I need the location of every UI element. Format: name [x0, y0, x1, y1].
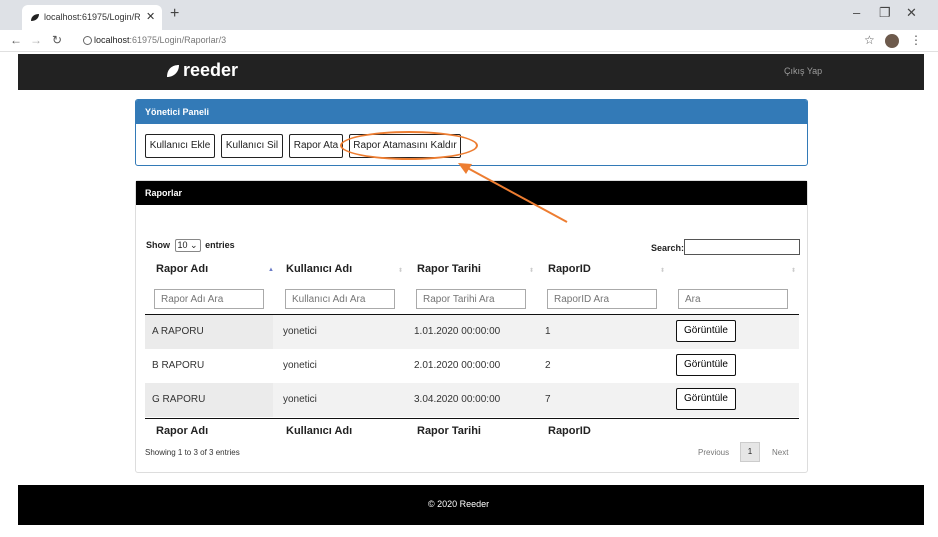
user-name-cell: yonetici [283, 394, 317, 405]
forward-icon[interactable]: → [30, 33, 42, 47]
bookmark-star-icon[interactable]: ☆ [864, 33, 875, 47]
logout-link[interactable]: Çıkış Yap [784, 66, 822, 76]
sort-icon[interactable]: ⬍ [791, 267, 796, 274]
entries-label: entries [205, 240, 235, 250]
view-report-button[interactable]: Görüntüle [676, 388, 736, 410]
user-name-cell: yonetici [283, 326, 317, 337]
report-date-cell: 3.04.2020 00:00:00 [414, 394, 501, 405]
sort-icon[interactable]: ⬍ [660, 267, 665, 274]
previous-page-button[interactable]: Previous [698, 448, 729, 457]
sort-icon[interactable]: ⬍ [398, 267, 403, 274]
back-icon[interactable]: ← [10, 33, 22, 47]
column-header-user-name[interactable]: Kullanıcı Adı [286, 263, 352, 275]
reload-icon[interactable]: ↻ [52, 33, 62, 47]
user-name-cell: yonetici [283, 360, 317, 371]
search-label: Search: [651, 243, 685, 253]
sort-icon[interactable]: ⬍ [529, 267, 534, 274]
admin-panel-title: Yönetici Paneli [136, 100, 807, 124]
browser-menu-icon[interactable]: ⋮ [910, 33, 922, 47]
next-page-button[interactable]: Next [772, 448, 788, 457]
page-1-button[interactable]: 1 [740, 442, 760, 462]
close-window-icon[interactable]: ✕ [906, 5, 917, 21]
show-label: Show [146, 240, 170, 250]
new-tab-button[interactable]: + [170, 5, 179, 23]
table-row: A RAPORU yonetici 1.01.2020 00:00:00 1 G… [145, 315, 799, 349]
add-user-button[interactable]: Kullanıcı Ekle [145, 134, 215, 158]
view-report-button[interactable]: Görüntüle [676, 354, 736, 376]
filter-report-name[interactable] [154, 289, 264, 309]
column-header-report-id[interactable]: RaporID [548, 263, 591, 275]
footer-user-name: Kullanıcı Adı [286, 425, 353, 437]
delete-user-button[interactable]: Kullanıcı Sil [221, 134, 283, 158]
app-navbar: reeder Çıkış Yap [18, 54, 924, 90]
address-bar: ← → ↻ localhost:61975/Login/Raporlar/3 ☆… [0, 30, 938, 52]
report-id-cell: 7 [545, 394, 551, 405]
page-length-select[interactable]: 10 ⌄ [174, 239, 201, 252]
search-input[interactable] [684, 239, 800, 255]
admin-panel: Yönetici Paneli Kullanıcı Ekle Kullanıcı… [135, 99, 808, 166]
table-footer-divider [145, 418, 799, 419]
table-row: B RAPORU yonetici 2.01.2020 00:00:00 2 G… [145, 349, 799, 383]
url-path: :61975/Login/Raporlar/3 [129, 35, 227, 45]
url-host: localhost [94, 35, 130, 45]
leaf-icon [167, 65, 179, 77]
tab-title: localhost:61975/Login/Raporlar/ [44, 12, 140, 22]
site-info-icon[interactable] [83, 36, 92, 45]
close-tab-icon[interactable]: ✕ [146, 10, 155, 23]
column-header-report-date[interactable]: Rapor Tarihi [417, 263, 481, 275]
chevron-down-icon: ⌄ [190, 240, 198, 250]
footer-report-date: Rapor Tarihi [417, 425, 481, 437]
profile-avatar[interactable] [885, 34, 899, 48]
filter-user-name[interactable] [285, 289, 395, 309]
filter-report-id[interactable] [547, 289, 657, 309]
reports-panel-title: Raporlar [136, 181, 807, 205]
page-length-value: 10 [177, 240, 188, 250]
reports-panel: Raporlar Show 10 ⌄ entries Search: Rapor… [135, 180, 808, 473]
url-field[interactable]: localhost:61975/Login/Raporlar/3 [94, 35, 226, 45]
page-footer: © 2020 Reeder [18, 485, 924, 525]
report-name-cell: G RAPORU [152, 394, 206, 405]
report-date-cell: 1.01.2020 00:00:00 [414, 326, 501, 337]
highlight-ellipse [340, 131, 478, 160]
filter-action[interactable] [678, 289, 788, 309]
browser-tabstrip: localhost:61975/Login/Raporlar/ ✕ + – ❐ … [0, 0, 938, 30]
browser-tab[interactable]: localhost:61975/Login/Raporlar/ ✕ [22, 5, 162, 30]
sort-asc-icon[interactable]: ▲ [268, 267, 274, 273]
report-id-cell: 1 [545, 326, 551, 337]
assign-report-button[interactable]: Rapor Ata [289, 134, 343, 158]
table-info: Showing 1 to 3 of 3 entries [145, 448, 240, 457]
leaf-favicon-icon [31, 14, 39, 21]
brand-name: reeder [183, 60, 239, 80]
minimize-icon[interactable]: – [853, 5, 860, 20]
footer-report-id: RaporID [548, 425, 591, 437]
report-date-cell: 2.01.2020 00:00:00 [414, 360, 501, 371]
restore-icon[interactable]: ❐ [879, 5, 891, 21]
filter-report-date[interactable] [416, 289, 526, 309]
view-report-button[interactable]: Görüntüle [676, 320, 736, 342]
report-id-cell: 2 [545, 360, 551, 371]
footer-report-name: Rapor Adı [156, 425, 209, 437]
report-name-cell: B RAPORU [152, 360, 205, 371]
page-length-control: Show 10 ⌄ entries [146, 239, 235, 252]
report-name-cell: A RAPORU [152, 326, 204, 337]
copyright-text: © 2020 Reeder [428, 499, 490, 509]
column-header-report-name[interactable]: Rapor Adı [156, 263, 208, 275]
table-row: G RAPORU yonetici 3.04.2020 00:00:00 7 G… [145, 383, 799, 417]
